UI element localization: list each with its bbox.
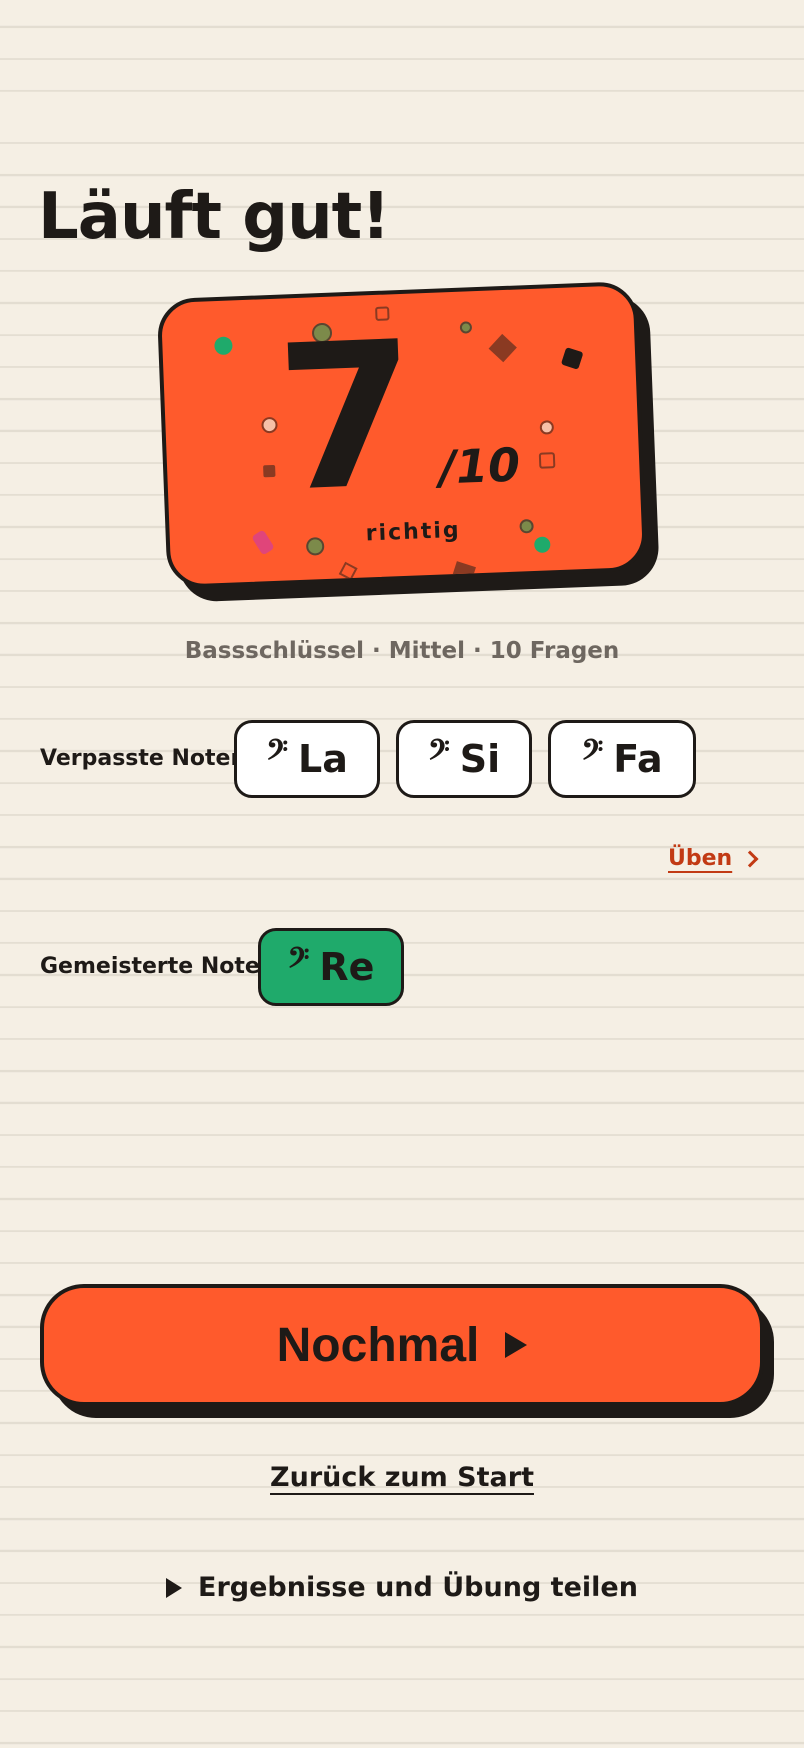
score-total: /10 — [438, 437, 522, 495]
page-title: Läuft gut! — [38, 180, 390, 254]
confetti-dot — [214, 336, 233, 356]
note-name: Si — [459, 737, 501, 781]
confetti-square — [263, 464, 276, 478]
back-to-start-link-row: Zurück zum Start — [0, 1462, 804, 1493]
note-name: La — [298, 737, 348, 781]
chevron-right-icon — [741, 850, 759, 867]
retry-label: Nochmal — [276, 1318, 480, 1372]
note-name: Fa — [613, 737, 663, 781]
confetti-square — [538, 452, 556, 469]
confetti-square — [560, 347, 584, 370]
confetti-square — [251, 529, 275, 556]
bass-clef-icon: 𝄢 — [427, 734, 450, 774]
bass-clef-icon: 𝄢 — [287, 942, 310, 982]
bass-clef-icon: 𝄢 — [266, 734, 288, 774]
missed-note-chip-fa[interactable]: 𝄢 Fa — [548, 720, 696, 798]
missed-notes-label: Verpasste Noten — [40, 746, 247, 771]
practice-label: Üben — [668, 846, 733, 871]
quiz-info: Bassschlüssel · Mittel · 10 Fragen — [184, 638, 620, 664]
confetti-square — [488, 333, 517, 363]
mastered-note-chip-re[interactable]: 𝄢 Re — [258, 928, 404, 1006]
confetti-dot — [459, 321, 473, 334]
bass-clef-icon: 𝄢 — [581, 734, 604, 774]
confetti-dot — [305, 537, 325, 556]
mastered-notes-label: Gemeisterte Noten — [40, 954, 276, 979]
note-name: Re — [319, 945, 375, 989]
share-label: Ergebnisse und Übung teilen — [198, 1572, 638, 1603]
play-icon — [505, 1332, 528, 1358]
score-correct: 7 — [272, 298, 421, 537]
practice-link[interactable]: Üben — [668, 846, 759, 871]
confetti-square — [338, 561, 358, 581]
confetti-dot — [261, 416, 278, 434]
confetti-dot — [534, 536, 551, 553]
back-to-start-link[interactable]: Zurück zum Start — [270, 1462, 534, 1493]
missed-note-chip-si[interactable]: 𝄢 Si — [396, 720, 532, 798]
retry-button[interactable]: Nochmal — [40, 1284, 764, 1406]
triangle-right-icon — [166, 1577, 183, 1598]
confetti-dot — [539, 420, 555, 435]
score-card-face: 7 /10 richtig — [156, 280, 648, 590]
confetti-dot — [519, 519, 534, 534]
share-toggle[interactable]: Ergebnisse und Übung teilen — [0, 1572, 804, 1603]
missed-note-chip-la[interactable]: 𝄢 La — [234, 720, 380, 798]
score-card: 7 /10 richtig — [156, 280, 660, 603]
score-label: richtig — [365, 517, 462, 547]
